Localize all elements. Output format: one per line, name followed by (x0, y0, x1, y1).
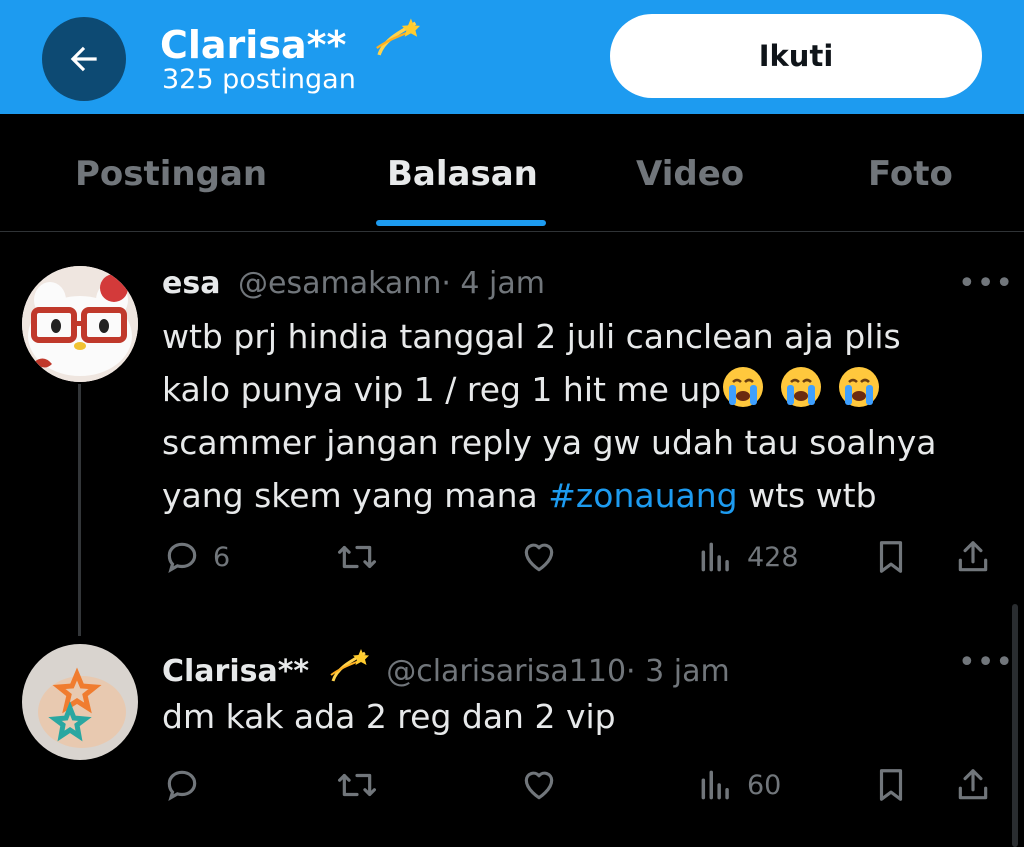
profile-tabs: Postingan Balasan Video Foto (0, 114, 1024, 232)
tab-balasan[interactable]: Balasan (387, 154, 538, 194)
hello-kitty-avatar-icon (22, 266, 138, 382)
post-count: 325 postingan (162, 64, 356, 95)
tweet-line: wtb prj hindia tanggal 2 juli canclean a… (162, 317, 901, 356)
share-button[interactable] (954, 538, 992, 576)
avatar-esa[interactable] (22, 266, 138, 382)
views-button[interactable]: 60 (697, 766, 781, 804)
bookmark-icon (879, 769, 903, 801)
loudly-crying-face-emoji-icon (839, 367, 880, 407)
tab-video[interactable]: Video (636, 154, 744, 194)
tab-postingan[interactable]: Postingan (75, 154, 267, 194)
share-icon (958, 769, 988, 800)
author-name[interactable]: esa (162, 266, 220, 301)
tweet-header: esa @esamakann· 4 jam (162, 266, 545, 301)
tweet-line-text: kalo punya vip 1 / reg 1 hit me up (162, 370, 722, 409)
repost-icon (338, 545, 376, 569)
profile-name-text: Clarisa** (160, 23, 347, 67)
thread-connector-line (78, 384, 81, 636)
reply-button[interactable] (163, 766, 201, 804)
repost-button[interactable] (336, 538, 378, 576)
arrow-left-icon (70, 46, 97, 72)
profile-header: Clarisa** 325 postingan Ikuti (0, 0, 1024, 114)
views-chart-icon (701, 770, 729, 800)
bookmark-button[interactable] (872, 766, 910, 804)
reply-icon (167, 542, 197, 574)
dizzy-emoji-icon (330, 649, 369, 682)
scrollbar[interactable] (1012, 604, 1018, 847)
reply-count: 6 (213, 541, 231, 573)
tweet-line: scammer jangan reply ya gw udah tau soal… (162, 423, 937, 462)
views-button[interactable]: 428 (697, 538, 799, 576)
heart-icon (524, 771, 554, 800)
author-handle[interactable]: @clarisarisa110 (386, 654, 626, 689)
tweet-line: yang skem yang mana #zonauang wts wtb (162, 469, 1002, 522)
bookmark-button[interactable] (872, 538, 910, 576)
author-name[interactable]: Clarisa** (162, 654, 309, 689)
loudly-crying-face-emoji-icon (781, 367, 822, 407)
views-chart-icon (701, 542, 729, 572)
reply-button[interactable]: 6 (163, 538, 230, 576)
author-handle[interactable]: @esamakann (238, 266, 441, 301)
dizzy-emoji-icon (375, 18, 420, 56)
star-photo-avatar-icon (22, 644, 138, 760)
tweet-line-text: yang skem yang mana (162, 476, 549, 515)
tweet-time: · 4 jam (441, 266, 545, 301)
share-icon (958, 541, 988, 572)
bookmark-icon (879, 541, 903, 573)
tweet-body: dm kak ada 2 reg dan 2 vip (162, 697, 616, 736)
active-tab-indicator (376, 220, 546, 226)
back-button[interactable] (42, 17, 126, 101)
repost-button[interactable] (336, 766, 378, 804)
avatar-clarisa[interactable] (22, 644, 138, 760)
like-button[interactable] (520, 538, 558, 576)
more-options-button[interactable]: ••• (958, 266, 1014, 301)
view-count: 428 (747, 541, 799, 573)
follow-button[interactable]: Ikuti (610, 14, 982, 98)
view-count: 60 (747, 769, 782, 801)
heart-icon (524, 543, 554, 572)
tweet-line: kalo punya vip 1 / reg 1 hit me up (162, 363, 1002, 416)
tweet-header: Clarisa** @clarisarisa110· 3 jam (162, 645, 730, 689)
tweet-body: wtb prj hindia tanggal 2 juli canclean a… (162, 310, 1002, 522)
loudly-crying-face-emoji-icon (723, 367, 764, 407)
reply-icon (167, 770, 197, 802)
tab-foto[interactable]: Foto (868, 154, 953, 194)
tweet-line-text: wts wtb (737, 476, 877, 515)
repost-icon (338, 773, 376, 797)
share-button[interactable] (954, 766, 992, 804)
like-button[interactable] (520, 766, 558, 804)
profile-name: Clarisa** (160, 14, 420, 67)
tweet-time: · 3 jam (626, 654, 730, 689)
more-options-button[interactable]: ••• (958, 645, 1014, 680)
hashtag-link[interactable]: #zonauang (548, 476, 737, 515)
